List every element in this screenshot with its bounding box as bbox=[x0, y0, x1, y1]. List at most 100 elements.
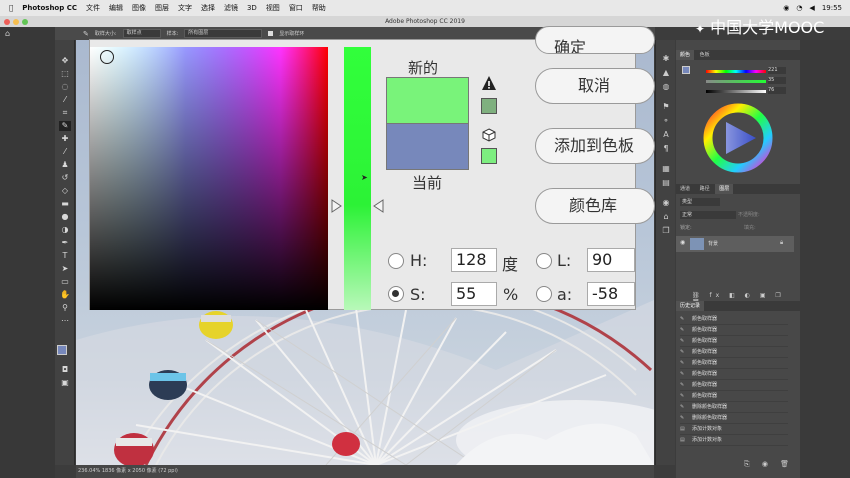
history-brush-icon[interactable]: ↺ bbox=[59, 173, 71, 183]
home-icon[interactable]: ⌂ bbox=[5, 29, 17, 39]
lightness-input[interactable]: 90 bbox=[587, 248, 635, 272]
volume-icon[interactable]: ◀ bbox=[809, 4, 814, 12]
history-item[interactable]: ▤ 添加计数对象 bbox=[680, 424, 788, 435]
quick-mask-icon[interactable]: ◘ bbox=[59, 365, 71, 375]
brush-tool-icon[interactable]: ⁄ bbox=[59, 147, 71, 157]
a-channel-input[interactable]: -58 bbox=[587, 282, 635, 306]
history-item[interactable]: ✎ 颜色取样器 bbox=[680, 314, 788, 325]
menu-image[interactable]: 图像 bbox=[132, 3, 146, 13]
color-value-2[interactable]: 35 bbox=[768, 77, 786, 84]
history-footer-icons[interactable]: ⎘ ◉ 🗑︎ bbox=[744, 460, 794, 469]
path-select-tool-icon[interactable]: ➤ bbox=[59, 264, 71, 274]
channels-icon[interactable]: ◉ bbox=[661, 198, 671, 208]
apple-icon[interactable]:  bbox=[9, 4, 13, 12]
move-tool-icon[interactable]: ✥ bbox=[59, 56, 71, 66]
dodge-tool-icon[interactable]: ◑ bbox=[59, 225, 71, 235]
saturation-input[interactable]: 55 bbox=[451, 282, 497, 306]
a-channel-radio[interactable] bbox=[536, 286, 552, 302]
menu-layer[interactable]: 图层 bbox=[155, 3, 169, 13]
adjustments-icon[interactable]: ✱ bbox=[661, 54, 671, 64]
crop-tool-icon[interactable]: ⌗ bbox=[59, 108, 71, 118]
layer-row-background[interactable]: ◉ 背景 🔒︎ bbox=[676, 236, 794, 252]
layer-visibility-icon[interactable]: ◉ bbox=[680, 239, 685, 246]
eraser-tool-icon[interactable]: ◇ bbox=[59, 186, 71, 196]
swatches-icon[interactable]: ▦ bbox=[661, 164, 671, 174]
more-tools-icon[interactable]: ⋯ bbox=[59, 316, 71, 326]
history-item[interactable]: ✎ 颜色取样器 bbox=[680, 380, 788, 391]
blur-tool-icon[interactable]: ● bbox=[59, 212, 71, 222]
color-field-cursor[interactable] bbox=[100, 50, 114, 64]
history-item[interactable]: ✎ 颜色取样器 bbox=[680, 391, 788, 402]
zoom-tool-icon[interactable]: ⚲ bbox=[59, 303, 71, 313]
history-item[interactable]: ✎ 删除颜色取样器 bbox=[680, 413, 788, 424]
menu-edit[interactable]: 编辑 bbox=[109, 3, 123, 13]
foreground-color-swatch[interactable] bbox=[57, 345, 67, 355]
menu-view[interactable]: 视图 bbox=[266, 3, 280, 13]
menu-window[interactable]: 窗口 bbox=[289, 3, 303, 13]
color-value-3[interactable]: 76 bbox=[768, 87, 786, 94]
tab-layers[interactable]: 图层 bbox=[715, 184, 734, 194]
history-item[interactable]: ✎ 颜色取样器 bbox=[680, 336, 788, 347]
history-item[interactable]: ✎ 颜色取样器 bbox=[680, 358, 788, 369]
menu-3d[interactable]: 3D bbox=[247, 4, 257, 12]
gamut-color-swatch[interactable] bbox=[481, 98, 497, 114]
color-wheel[interactable] bbox=[702, 102, 774, 174]
ok-button[interactable]: 确定 bbox=[535, 26, 655, 54]
color-panel-fg-swatch[interactable] bbox=[682, 66, 690, 74]
history-item[interactable]: ▤ 添加计数对象 bbox=[680, 435, 788, 446]
menu-type[interactable]: 文字 bbox=[178, 3, 192, 13]
web-safe-cube-icon[interactable] bbox=[482, 128, 496, 142]
paths-icon[interactable]: ⌂ bbox=[661, 212, 671, 222]
clock[interactable]: 19:55 bbox=[822, 4, 842, 12]
wifi-icon[interactable]: ◔ bbox=[796, 4, 802, 12]
menu-filter[interactable]: 滤镜 bbox=[224, 3, 238, 13]
history-item[interactable]: ✎ 颜色取样器 bbox=[680, 347, 788, 358]
sample-size-select[interactable]: 取样点 bbox=[122, 29, 161, 38]
add-to-swatches-button[interactable]: 添加到色板 bbox=[535, 128, 655, 164]
pen-tool-icon[interactable]: ✒ bbox=[59, 238, 71, 248]
histogram-icon[interactable]: ▲ bbox=[661, 68, 671, 78]
out-of-gamut-warning-icon[interactable] bbox=[481, 75, 497, 91]
status-icon[interactable]: ◉ bbox=[783, 4, 789, 12]
eyedropper-preset-icon[interactable]: ✎ bbox=[83, 30, 89, 38]
blend-mode-select[interactable]: 正常 bbox=[680, 211, 736, 219]
shape-tool-icon[interactable]: ▭ bbox=[59, 277, 71, 287]
brightness-bar[interactable] bbox=[706, 90, 766, 93]
tab-channels[interactable]: 通道 bbox=[676, 184, 694, 194]
menu-file[interactable]: 文件 bbox=[86, 3, 100, 13]
zoom-window-icon[interactable] bbox=[22, 19, 28, 25]
history-item[interactable]: ✎ 删除颜色取样器 bbox=[680, 402, 788, 413]
type-tool-icon[interactable]: T bbox=[59, 251, 71, 261]
layer-name[interactable]: 背景 bbox=[708, 240, 718, 247]
properties-icon[interactable]: ⚑ bbox=[661, 102, 671, 112]
cancel-button[interactable]: 取消 bbox=[535, 68, 655, 104]
saturation-radio[interactable] bbox=[388, 286, 404, 302]
tab-history[interactable]: 历史记录 bbox=[676, 301, 705, 311]
navigator-icon[interactable]: ◍ bbox=[661, 82, 671, 92]
saturation-lightness-field[interactable] bbox=[90, 47, 328, 310]
layers-footer-icons[interactable]: ⛓ fx ◧ ◐ ▣ ❐ 🗑︎ bbox=[676, 292, 800, 306]
color-libraries-button[interactable]: 颜色库 bbox=[535, 188, 655, 224]
current-color-swatch[interactable] bbox=[386, 124, 469, 170]
web-safe-color-swatch[interactable] bbox=[481, 148, 497, 164]
history-item[interactable]: ✎ 颜色取样器 bbox=[680, 369, 788, 380]
paragraph-icon[interactable]: ¶ bbox=[661, 144, 671, 154]
eyedropper-tool-icon[interactable]: ✎ bbox=[59, 121, 71, 131]
hue-bar[interactable] bbox=[706, 70, 766, 73]
tab-paths[interactable]: 路径 bbox=[696, 184, 714, 194]
hand-tool-icon[interactable]: ✋ bbox=[59, 290, 71, 300]
screen-mode-icon[interactable]: ▣ bbox=[59, 378, 71, 388]
marquee-tool-icon[interactable]: ⬚ bbox=[59, 69, 71, 79]
tab-swatches[interactable]: 色板 bbox=[696, 50, 714, 60]
sample-select[interactable]: 所有图层 bbox=[184, 29, 263, 38]
color-value-1[interactable]: 221 bbox=[768, 67, 786, 74]
stamp-tool-icon[interactable]: ♟ bbox=[59, 160, 71, 170]
info-icon[interactable]: ⚬ bbox=[661, 116, 671, 126]
healing-tool-icon[interactable]: ✚ bbox=[59, 134, 71, 144]
quick-select-tool-icon[interactable]: ⁄ bbox=[59, 95, 71, 105]
lasso-tool-icon[interactable]: ◌ bbox=[59, 82, 71, 92]
slider-arrow-right-icon[interactable] bbox=[372, 199, 384, 213]
hue-input[interactable]: 128 bbox=[451, 248, 497, 272]
layer-kind-filter[interactable]: 类型 bbox=[680, 198, 720, 206]
layer-comps-icon[interactable]: ❐ bbox=[661, 226, 671, 236]
